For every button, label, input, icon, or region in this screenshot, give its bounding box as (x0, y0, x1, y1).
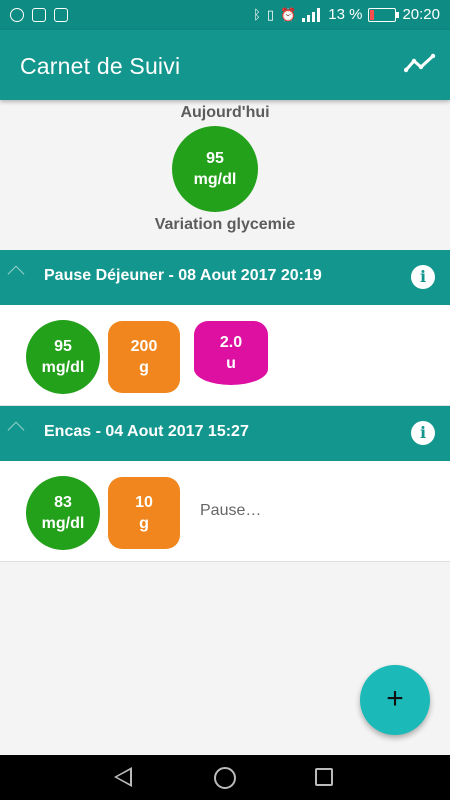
chevron-up-icon[interactable] (7, 421, 25, 439)
insulin-badge: 2.0 u (194, 321, 268, 385)
add-entry-button[interactable]: + (360, 665, 430, 735)
clock: 20:20 (402, 6, 440, 23)
notification-icons (10, 8, 68, 22)
trend-chart-icon[interactable] (404, 52, 436, 76)
glucose-value: 95 (206, 150, 224, 167)
entry-title: Pause Déjeuner - 08 Aout 2017 20:19 (44, 267, 322, 284)
glucose-value: 83 (54, 494, 72, 511)
spotify-icon (10, 8, 24, 22)
info-icon[interactable]: i (411, 421, 435, 445)
insulin-value: 2.0 (219, 334, 243, 351)
home-icon[interactable] (214, 767, 236, 789)
bluetooth-icon: ᛒ (253, 6, 261, 22)
glucose-badge: 95 mg/dl (26, 320, 100, 394)
today-glucose-badge[interactable]: 95 mg/dl (172, 126, 258, 212)
app-bar: Carnet de Suivi (0, 30, 450, 100)
glucose-unit: mg/dl (41, 359, 85, 376)
app-title: Carnet de Suivi (20, 53, 181, 79)
insulin-unit: u (226, 355, 236, 372)
entry-header[interactable]: Encas - 04 Aout 2017 15:27 i (0, 406, 450, 461)
today-label: Aujourd'hui (180, 104, 270, 121)
recent-apps-icon[interactable] (315, 768, 333, 786)
system-icons: ᛒ ▯ ⏰ 13 % 20:20 (253, 6, 440, 23)
entry-body[interactable]: 83 mg/dl 10 g Pause… (0, 461, 450, 562)
carbs-unit: g (139, 359, 149, 376)
gallery-icon (54, 8, 68, 22)
carbs-unit: g (139, 515, 149, 532)
glucose-value: 95 (54, 338, 72, 355)
battery-charging-icon (368, 7, 400, 22)
entry-note: Pause… (200, 502, 262, 519)
glucose-unit: mg/dl (193, 171, 237, 188)
entry-body[interactable]: 95 mg/dl 200 g 2.0 u (0, 305, 450, 406)
back-icon[interactable] (114, 767, 132, 787)
variation-label[interactable]: Variation glycemie (0, 216, 450, 234)
plus-icon: + (386, 682, 404, 715)
vibrate-icon: ▯ (266, 6, 275, 22)
cloud-icon (32, 8, 46, 22)
glucose-badge: 83 mg/dl (26, 476, 100, 550)
battery-percent: 13 % (328, 6, 363, 23)
entry-title: Encas - 04 Aout 2017 15:27 (44, 423, 249, 440)
info-icon[interactable]: i (411, 265, 435, 289)
alarm-icon: ⏰ (280, 6, 297, 22)
carbs-badge: 200 g (108, 321, 180, 393)
status-bar: ᛒ ▯ ⏰ 13 % 20:20 (0, 0, 450, 30)
glucose-unit: mg/dl (41, 515, 85, 532)
carbs-value: 200 (130, 338, 158, 355)
carbs-value: 10 (135, 494, 153, 511)
signal-icon (302, 7, 322, 22)
carbs-badge: 10 g (108, 477, 180, 549)
system-navigation-bar (0, 755, 450, 800)
chevron-up-icon[interactable] (7, 265, 25, 283)
entry-header[interactable]: Pause Déjeuner - 08 Aout 2017 20:19 i (0, 250, 450, 305)
